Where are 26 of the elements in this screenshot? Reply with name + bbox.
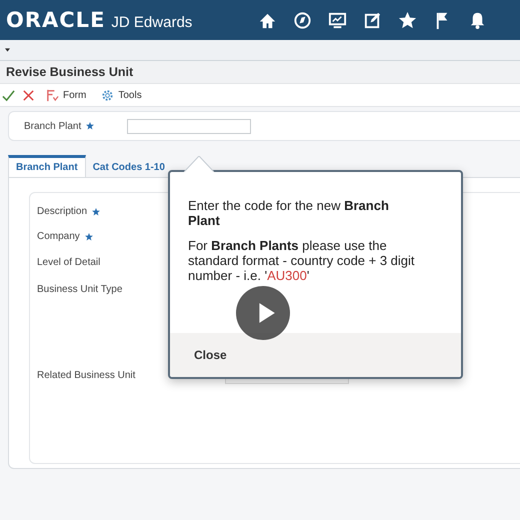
star-icon[interactable] xyxy=(398,10,417,30)
gear-icon xyxy=(101,88,114,102)
field-label: Related Business Unit xyxy=(37,370,136,381)
branch-plant-field[interactable] xyxy=(127,118,252,134)
field-label: Business Unit Type xyxy=(37,284,122,295)
caret-icon[interactable] xyxy=(5,48,10,52)
monitor-chart-icon[interactable] xyxy=(328,10,347,30)
help-text: For Branch Plants please use the standard format - country code + 3 digit number - i.e. 'AU300' xyxy=(188,238,416,283)
oracle-logo: ORACLE xyxy=(6,8,106,32)
edit-icon[interactable] xyxy=(363,10,382,30)
close-button[interactable]: Close xyxy=(188,346,233,364)
tools-menu-button[interactable]: Tools xyxy=(97,88,146,102)
form-icon xyxy=(46,88,59,102)
field-label: Level of Detail xyxy=(37,257,100,268)
form-menu-button[interactable]: Form xyxy=(42,88,90,102)
product-name: JD Edwards xyxy=(111,14,192,31)
form-title: Revise Business Unit xyxy=(6,65,134,79)
help-text: Enter the code for the new Branch Plant xyxy=(188,198,390,228)
checkmark-icon[interactable] xyxy=(2,88,15,102)
field-label: Branch Plant xyxy=(24,120,82,132)
tab[interactable]: Branch Plant xyxy=(8,155,86,177)
bell-icon[interactable] xyxy=(468,10,487,30)
field-label: Company xyxy=(37,231,80,242)
compass-icon[interactable] xyxy=(293,10,312,30)
close-icon[interactable] xyxy=(22,88,35,102)
field-label: Description xyxy=(37,206,88,217)
